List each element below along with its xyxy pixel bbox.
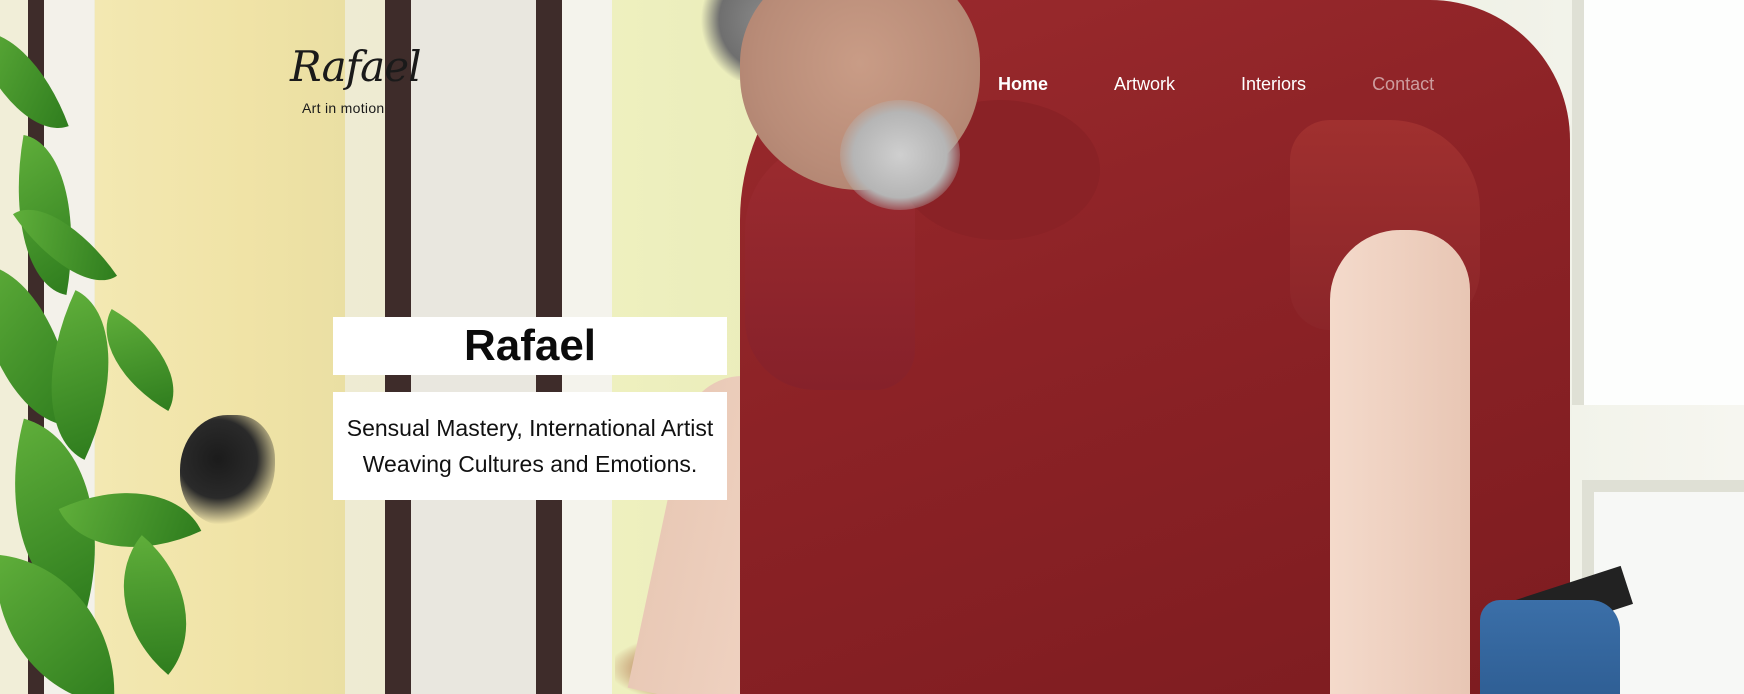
person-jeans: [1480, 600, 1620, 694]
logo-script: Rafael: [290, 42, 421, 91]
nav-home[interactable]: Home: [998, 74, 1048, 95]
logo-tagline: Art in motion: [302, 100, 385, 116]
hero-background: [0, 0, 1744, 694]
window-upper: [1572, 0, 1744, 405]
main-nav: Home Artwork Interiors Contact: [998, 74, 1500, 95]
hero-title-box: Rafael: [333, 317, 727, 375]
nav-artwork[interactable]: Artwork: [1114, 74, 1175, 95]
hero-subtitle-box: Sensual Mastery, International Artist We…: [333, 392, 727, 500]
site-logo[interactable]: Rafael Art in motion: [290, 42, 421, 122]
person-arm-right: [1330, 230, 1470, 694]
person-beard: [840, 100, 960, 210]
nav-contact[interactable]: Contact: [1372, 74, 1434, 95]
nav-interiors[interactable]: Interiors: [1241, 74, 1306, 95]
hero-title: Rafael: [463, 321, 597, 370]
hero-subtitle: Sensual Mastery, International Artist We…: [346, 415, 714, 477]
